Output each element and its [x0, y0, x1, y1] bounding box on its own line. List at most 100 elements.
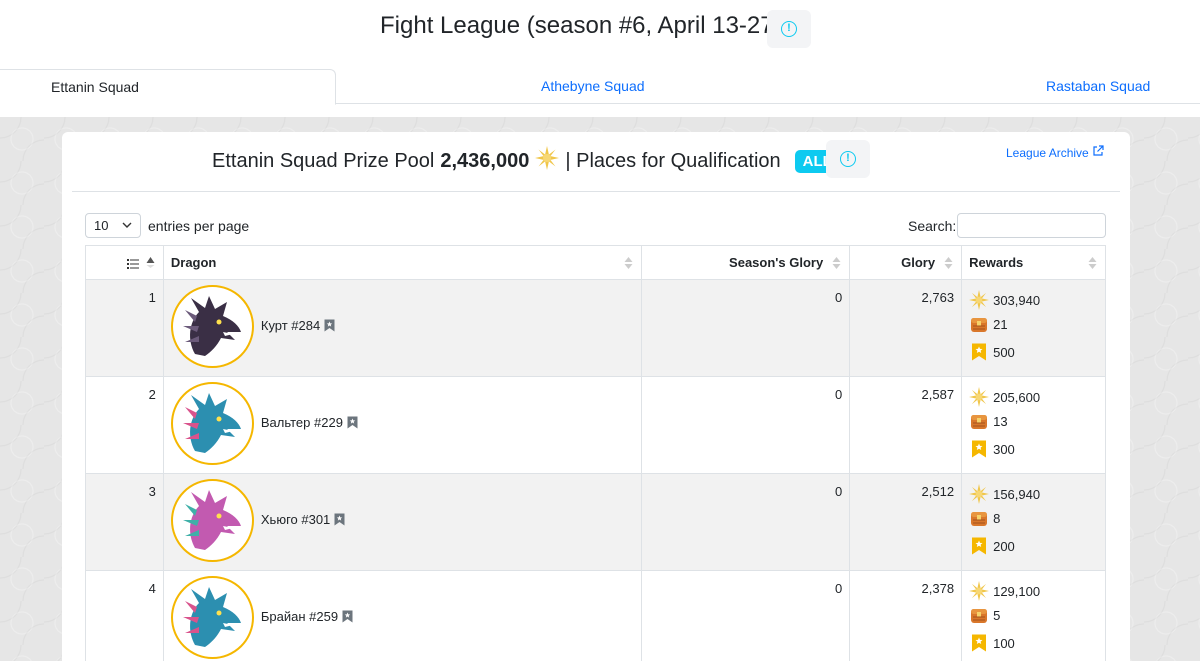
reward-chest-value: 13 [993, 413, 1008, 429]
dragon-head-icon [183, 489, 242, 550]
title-info-button[interactable]: ! [767, 10, 811, 48]
column-header-dragon[interactable]: Dragon [162, 245, 643, 280]
sun-icon [969, 290, 990, 310]
card-divider [72, 191, 1120, 192]
league-archive-link[interactable]: League Archive [1006, 145, 1104, 160]
dragon-name[interactable]: Хьюго #301 [261, 512, 345, 529]
reward-ticket-value: 200 [993, 538, 1015, 554]
bookmark-icon[interactable] [347, 416, 358, 432]
column-header-label: Rewards [969, 255, 1024, 270]
prize-info-button[interactable]: ! [826, 140, 870, 178]
sort-ascending-icon [146, 256, 155, 268]
tab-rastaban-squad[interactable]: Rastaban Squad [1046, 69, 1150, 104]
season-glory-value: 0 [834, 387, 843, 402]
reward-chest: 5 [969, 603, 1105, 627]
prize-pool-amount: 2,436,000 [440, 149, 530, 172]
reward-chest-value: 8 [993, 510, 1001, 526]
bookmark-icon[interactable] [342, 610, 353, 626]
season-glory-cell: 0 [641, 279, 851, 377]
dragon-cell: Брайан #259 [162, 570, 643, 661]
dragon-name[interactable]: Брайан #259 [261, 609, 353, 626]
squad-tabs: Ettanin Squad Athebyne Squad Rastaban Sq… [0, 69, 1200, 105]
glory-cell: 2,512 [849, 473, 963, 571]
chest-icon [969, 314, 989, 334]
dragon-name[interactable]: Вальтер #229 [261, 415, 358, 432]
table-row: 4 Брайан #259 0 2,378 129,100 5 100 [85, 570, 1106, 661]
reward-chest: 13 [969, 409, 1105, 433]
reward-sun: 303,940 [969, 288, 1105, 312]
column-header-seasons-glory[interactable]: Season's Glory [641, 245, 851, 280]
reward-ticket: 500 [969, 340, 1105, 364]
dragon-name[interactable]: Курт #284 [261, 318, 335, 335]
bookmark-icon[interactable] [334, 513, 345, 529]
dragon-head-icon [183, 392, 242, 453]
glory-value: 2,378 [921, 581, 955, 596]
league-card: Ettanin Squad Prize Pool 2,436,000 | Pla… [62, 132, 1130, 661]
dragon-head-icon [183, 295, 242, 356]
rewards-cell: 156,940 8 200 [961, 473, 1106, 571]
sun-icon [969, 581, 990, 601]
column-header-glory[interactable]: Glory [849, 245, 963, 280]
reward-sun: 205,600 [969, 385, 1105, 409]
rank-cell: 3 [85, 473, 164, 571]
dragon-cell: Вальтер #229 [162, 376, 643, 474]
reward-ticket: 200 [969, 534, 1105, 558]
rank-cell: 1 [85, 279, 164, 377]
tab-ettanin-squad[interactable]: Ettanin Squad [0, 69, 336, 105]
info-icon: ! [840, 151, 856, 167]
qualification-label: | Places for Qualification [565, 149, 781, 172]
rewards-cell: 205,600 13 300 [961, 376, 1106, 474]
dragon-head-icon [183, 586, 242, 647]
sun-icon [969, 484, 990, 504]
rank-cell: 4 [85, 570, 164, 661]
season-glory-value: 0 [834, 484, 843, 499]
info-icon: ! [781, 21, 797, 37]
sort-icon [624, 256, 633, 270]
page-header: Fight League (season #6, April 13-27) ! [0, 0, 1200, 70]
entries-per-page-label: entries per page [148, 218, 250, 234]
page-title: Fight League (season #6, April 13-27) [380, 12, 782, 39]
season-glory-value: 0 [834, 581, 843, 596]
reward-sun-value: 156,940 [993, 486, 1041, 502]
ticket-icon [969, 440, 989, 458]
dragon-avatar[interactable] [170, 479, 254, 562]
dragon-avatar[interactable] [170, 382, 254, 465]
reward-chest-value: 21 [993, 316, 1008, 332]
entries-per-page-value: 10 [94, 218, 109, 233]
prize-pool-label: Ettanin Squad Prize Pool [212, 149, 435, 172]
reward-ticket-value: 300 [993, 441, 1015, 457]
ticket-icon [969, 343, 989, 361]
reward-ticket: 100 [969, 631, 1105, 655]
league-archive-label: League Archive [1006, 145, 1089, 160]
column-header-rank[interactable] [85, 245, 164, 280]
bookmark-icon[interactable] [324, 319, 335, 335]
season-glory-value: 0 [834, 290, 843, 305]
reward-ticket-value: 500 [993, 344, 1015, 360]
column-header-label: Glory [901, 255, 936, 270]
glory-cell: 2,587 [849, 376, 963, 474]
tab-athebyne-squad[interactable]: Athebyne Squad [541, 69, 645, 104]
chest-icon [969, 411, 989, 431]
ticket-icon [969, 634, 989, 652]
table-row: 3 Хьюго #301 0 2,512 156,940 8 200 [85, 473, 1106, 571]
reward-sun: 129,100 [969, 579, 1105, 603]
reward-sun-value: 205,600 [993, 389, 1041, 405]
column-header-rewards[interactable]: Rewards [961, 245, 1106, 280]
rank-value: 4 [148, 581, 156, 596]
leaderboard-table: Dragon Season's Glory Glory Rewards 1 Ку… [85, 245, 1106, 661]
ticket-icon [969, 537, 989, 555]
dragon-avatar[interactable] [170, 576, 254, 659]
rank-value: 2 [148, 387, 156, 402]
glory-value: 2,512 [921, 484, 955, 499]
search-label: Search: [908, 218, 957, 234]
reward-chest-value: 5 [993, 607, 1001, 623]
rank-value: 1 [148, 290, 156, 305]
entries-per-page-select[interactable]: 10 [85, 213, 141, 238]
search-input[interactable] [957, 213, 1106, 238]
chest-icon [969, 508, 989, 528]
chest-icon [969, 605, 989, 625]
dragon-avatar[interactable] [170, 285, 254, 368]
rewards-cell: 303,940 21 500 [961, 279, 1106, 377]
reward-ticket-value: 100 [993, 635, 1015, 651]
list-icon [126, 257, 139, 272]
